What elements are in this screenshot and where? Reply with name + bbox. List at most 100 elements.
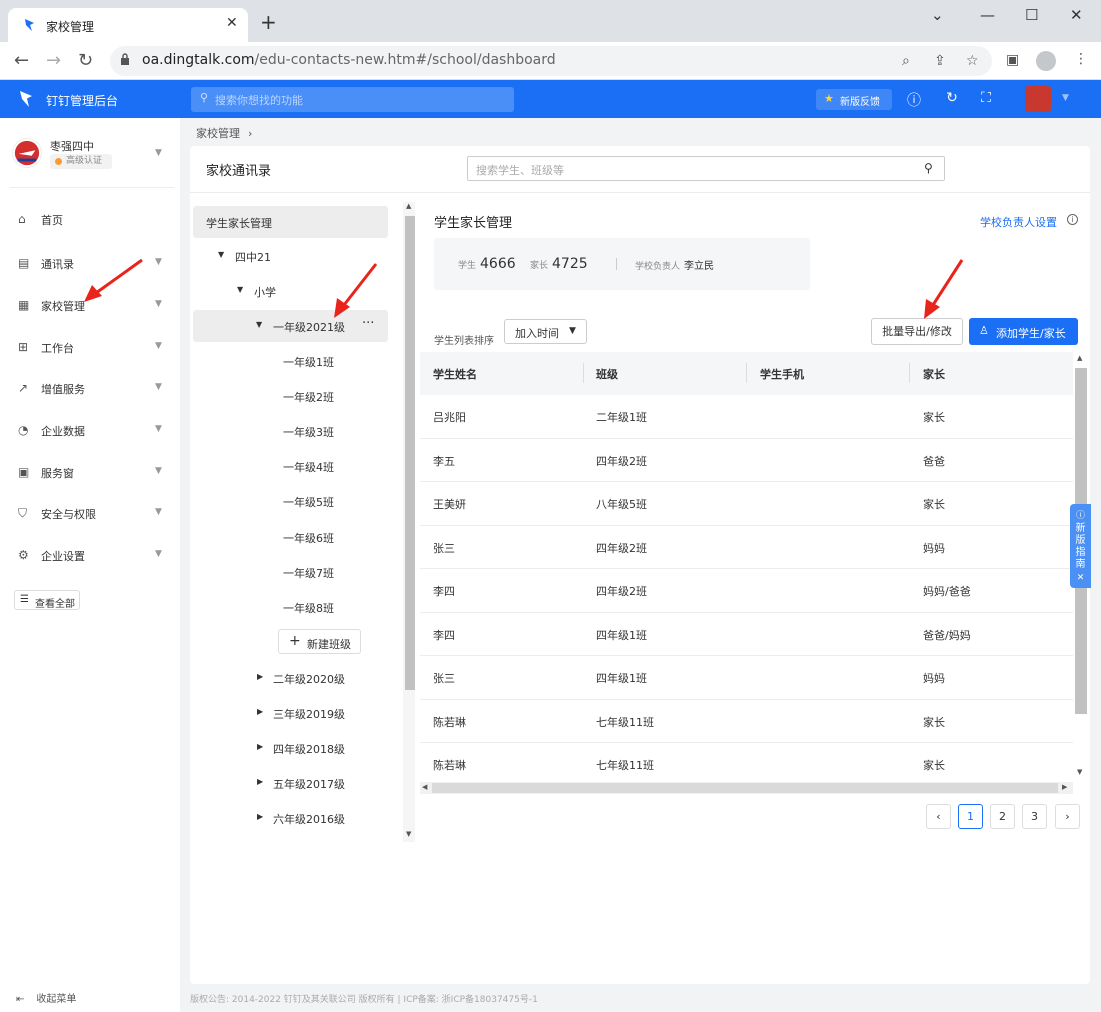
scroll-up-icon[interactable]: ▲ <box>1077 354 1082 362</box>
chevron-down-icon[interactable]: ▼ <box>155 148 162 158</box>
tree-class-item[interactable]: 一年级6班 <box>193 521 388 553</box>
student-search-input[interactable]: 搜索学生、班级等 ⚲ <box>467 156 945 181</box>
school-admin-settings-link[interactable]: 学校负责人设置 i <box>980 214 1078 230</box>
zoom-icon[interactable]: ⌕ <box>902 53 910 69</box>
scroll-right-icon[interactable]: ▶ <box>1062 783 1067 791</box>
caret-right-icon[interactable]: ▶ <box>257 812 263 821</box>
more-icon[interactable]: ··· <box>362 316 374 331</box>
function-search-input[interactable]: ⚲ 搜索你想找的功能 <box>191 87 514 112</box>
table-row[interactable]: 陈若琳 七年级11班 家长 <box>420 743 1073 787</box>
side-panel-icon[interactable]: ▣ <box>1006 52 1019 68</box>
stat-label: 学生 <box>458 261 477 271</box>
caret-right-icon[interactable]: ▶ <box>257 742 263 751</box>
batch-export-button[interactable]: 批量导出/修改 <box>871 318 963 345</box>
help-icon[interactable]: ⓘ <box>905 90 923 109</box>
tree-class-item[interactable]: 一年级4班 <box>193 450 388 482</box>
search-icon[interactable]: ⚲ <box>924 161 933 175</box>
new-tab-icon[interactable]: + <box>260 12 277 32</box>
refresh-sync-icon[interactable]: ↻ <box>943 90 961 108</box>
table-row[interactable]: 张三 四年级2班 妈妈 <box>420 526 1073 569</box>
tree-grade-item[interactable]: ▶ 四年级2018级 <box>193 732 388 764</box>
share-icon[interactable]: ⇪ <box>934 53 946 69</box>
table-row[interactable]: 张三 四年级1班 妈妈 <box>420 656 1073 700</box>
add-student-parent-button[interactable]: ♙ 添加学生/家长 <box>969 318 1078 345</box>
sort-select[interactable]: 加入时间 ▼ <box>504 319 587 344</box>
avatar[interactable] <box>1025 86 1051 112</box>
scroll-up-icon[interactable]: ▲ <box>406 202 411 210</box>
bookmark-star-icon[interactable]: ☆ <box>966 53 979 69</box>
tree-grade-item[interactable]: ▶ 二年级2020级 <box>193 662 388 694</box>
browser-menu-icon[interactable]: ⋮ <box>1074 51 1088 67</box>
next-page-button[interactable]: › <box>1055 804 1080 829</box>
tree-section[interactable]: ▼ 小学 <box>193 275 388 307</box>
breadcrumb-item[interactable]: 家校管理 <box>196 127 240 140</box>
prev-page-button[interactable]: ‹ <box>926 804 951 829</box>
tree-class-item[interactable]: 一年级1班 <box>193 345 388 377</box>
tree-class-item[interactable]: 一年级5班 <box>193 485 388 517</box>
tree-class-item[interactable]: 一年级8班 <box>193 591 388 623</box>
page-button-3[interactable]: 3 <box>1022 804 1047 829</box>
scrollbar-thumb[interactable] <box>432 783 1058 793</box>
sidebar-item-contacts[interactable]: ▤ 通讯录 ▼ <box>0 246 180 282</box>
table-row[interactable]: 李四 四年级1班 爸爸/妈妈 <box>420 613 1073 656</box>
chevron-down-icon[interactable]: ▼ <box>1062 93 1069 103</box>
table-horizontal-scrollbar[interactable]: ◀ ▶ <box>420 782 1073 794</box>
table-row[interactable]: 陈若琳 七年级11班 家长 <box>420 700 1073 743</box>
page-button-2[interactable]: 2 <box>990 804 1015 829</box>
table-row[interactable]: 吕兆阳 二年级1班 家长 <box>420 395 1073 439</box>
tree-class-item[interactable]: 一年级7班 <box>193 556 388 588</box>
close-window-icon[interactable]: ✕ <box>1070 6 1083 24</box>
tree-grade-item[interactable]: ▶ 五年级2017级 <box>193 767 388 799</box>
new-class-label: 新建班级 <box>307 638 351 651</box>
reload-icon[interactable]: ↻ <box>78 50 93 71</box>
close-tab-icon[interactable]: ✕ <box>226 15 238 31</box>
tab-search-icon[interactable]: ⌄ <box>931 6 944 24</box>
tree-school[interactable]: ▼ 四中21 <box>193 240 388 272</box>
scroll-down-icon[interactable]: ▼ <box>406 830 411 838</box>
caret-down-icon[interactable]: ▼ <box>256 320 262 329</box>
maximize-icon[interactable]: ☐ <box>1025 6 1038 24</box>
tree-grade-item[interactable]: ▶ 六年级2016级 <box>193 802 388 834</box>
dingtalk-logo-icon <box>20 91 32 107</box>
sidebar-item-workbench[interactable]: ⊞ 工作台 ▼ <box>0 330 180 366</box>
browser-tab[interactable]: 家校管理 ✕ <box>8 8 248 42</box>
tree-class-item[interactable]: 一年级3班 <box>193 415 388 447</box>
tree-scrollbar[interactable]: ▲ ▼ <box>403 202 415 842</box>
table-row[interactable]: 王美妍 八年级5班 家长 <box>420 482 1073 526</box>
sidebar-item-security[interactable]: ⛉ 安全与权限 ▼ <box>0 496 180 532</box>
info-icon[interactable]: i <box>1067 214 1078 225</box>
sidebar-item-value-added[interactable]: ↗ 增值服务 ▼ <box>0 371 180 407</box>
caret-right-icon[interactable]: ▶ <box>257 707 263 716</box>
view-all-button[interactable]: ☰ 查看全部 <box>14 590 80 610</box>
scroll-down-icon[interactable]: ▼ <box>1077 768 1082 776</box>
scrollbar-thumb[interactable] <box>405 216 415 690</box>
table-row[interactable]: 李四 四年级2班 妈妈/爸爸 <box>420 569 1073 613</box>
close-icon[interactable]: ✕ <box>1070 573 1091 583</box>
back-icon[interactable]: ← <box>14 50 29 71</box>
new-version-guide-tab[interactable]: ⓘ 新版指南 ✕ <box>1070 504 1091 588</box>
scroll-left-icon[interactable]: ◀ <box>422 783 427 791</box>
caret-right-icon[interactable]: ▶ <box>257 777 263 786</box>
tree-grade-open[interactable]: ▼ 一年级2021级 ··· <box>193 310 388 342</box>
caret-right-icon[interactable]: ▶ <box>257 672 263 681</box>
sidebar-item-enterprise-data[interactable]: ◔ 企业数据 ▼ <box>0 413 180 449</box>
sidebar-item-service-window[interactable]: ▣ 服务窗 ▼ <box>0 455 180 491</box>
feedback-button[interactable]: ★ 新版反馈 <box>816 89 892 110</box>
collapse-menu-button[interactable]: ⇤ 收起菜单 <box>16 990 76 1005</box>
sidebar-item-settings[interactable]: ⚙ 企业设置 ▼ <box>0 538 180 574</box>
profile-icon[interactable] <box>1036 51 1056 71</box>
sidebar-item-home[interactable]: ⌂ 首页 <box>0 202 180 238</box>
caret-down-icon[interactable]: ▼ <box>218 250 224 259</box>
table-row[interactable]: 李五 四年级2班 爸爸 <box>420 439 1073 482</box>
caret-down-icon[interactable]: ▼ <box>237 285 243 294</box>
fullscreen-icon[interactable]: ⛶ <box>977 90 995 108</box>
sidebar-item-school-management[interactable]: ▦ 家校管理 ▼ <box>0 288 180 324</box>
tree-root[interactable]: 学生家长管理 <box>193 206 388 238</box>
tree-grade-item[interactable]: ▶ 三年级2019级 <box>193 697 388 729</box>
new-class-button[interactable]: + 新建班级 <box>278 629 361 654</box>
url-field[interactable]: oa.dingtalk.com/edu-contacts-new.htm#/sc… <box>110 46 992 76</box>
tree-class-item[interactable]: 一年级2班 <box>193 380 388 412</box>
forward-icon[interactable]: → <box>46 50 61 71</box>
page-button-1[interactable]: 1 <box>958 804 983 829</box>
minimize-icon[interactable]: — <box>980 6 995 24</box>
